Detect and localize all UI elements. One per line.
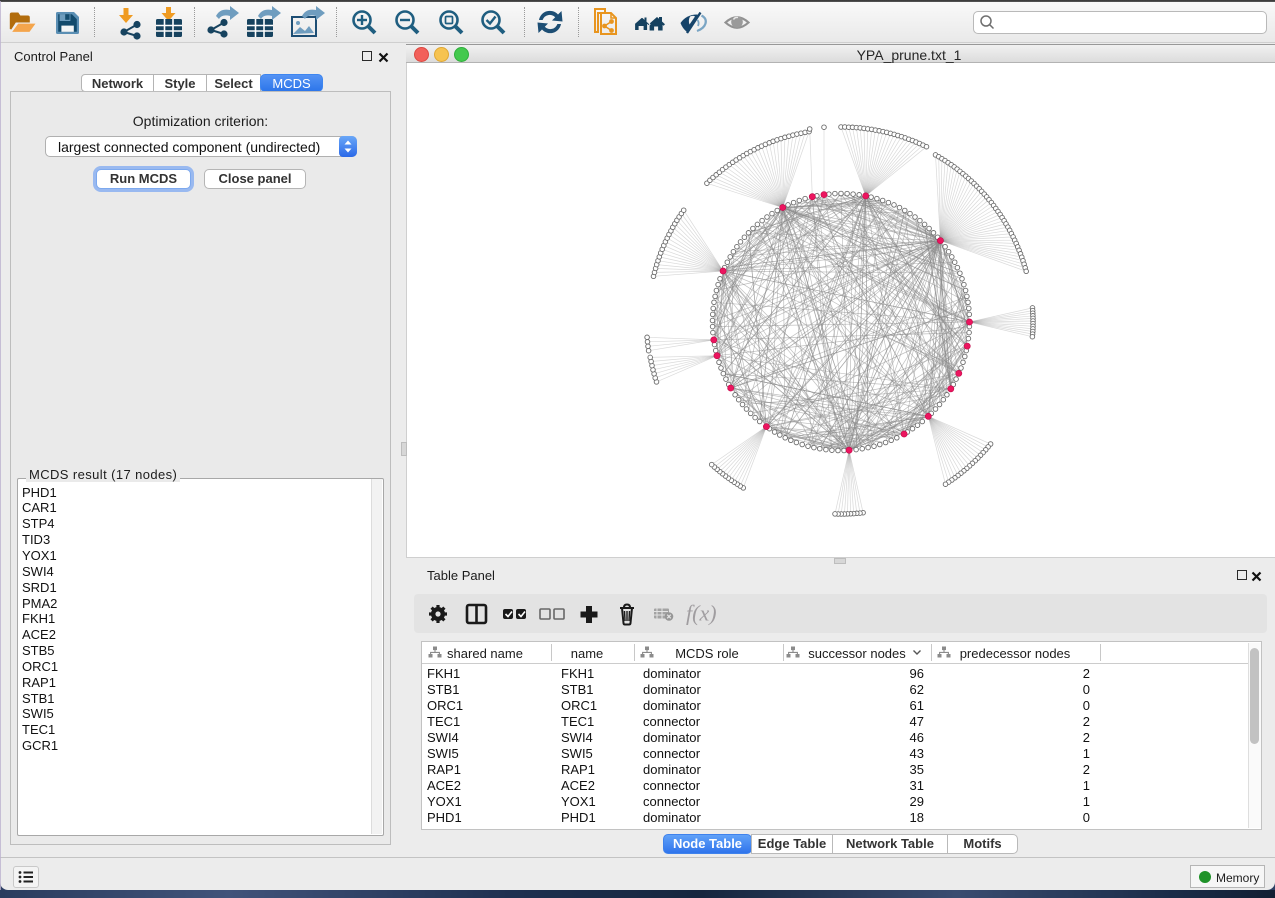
svg-text:f(x): f(x)	[686, 601, 717, 626]
